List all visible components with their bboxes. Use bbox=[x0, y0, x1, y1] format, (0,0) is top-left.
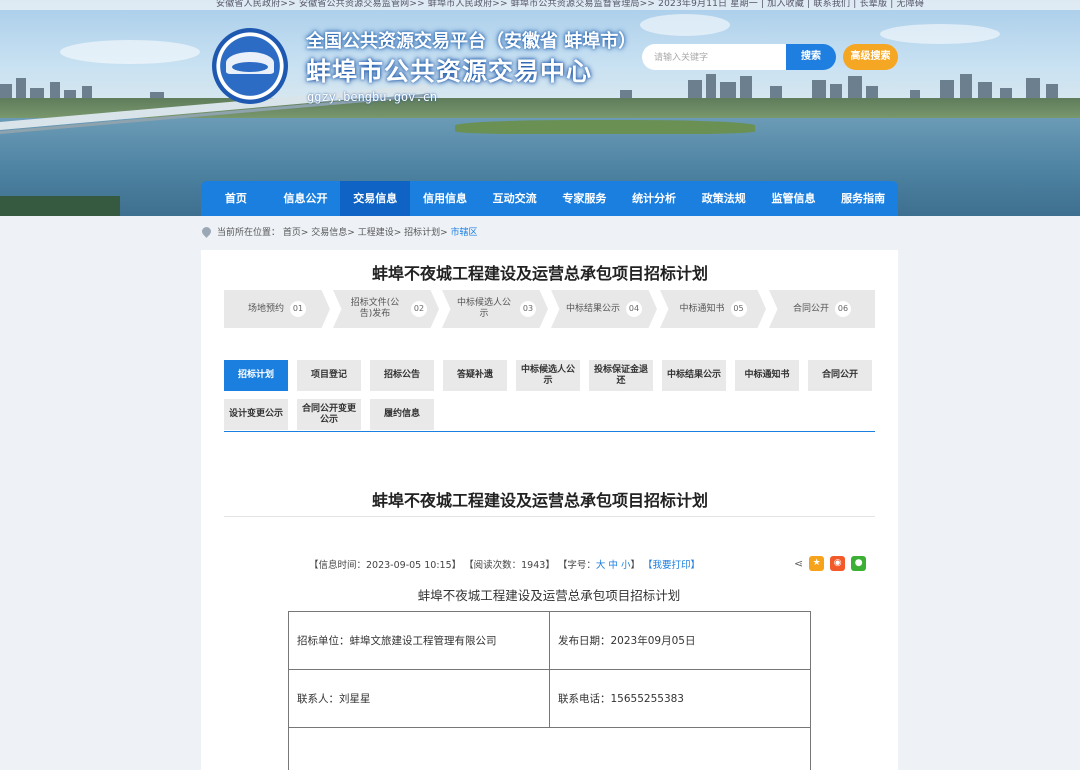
site-title: 蚌埠市公共资源交易中心 bbox=[306, 57, 593, 86]
tab-award-notice[interactable]: 中标通知书 bbox=[735, 360, 799, 391]
phone-cell: 联系电话：15655255383 bbox=[549, 669, 811, 728]
step-contract-public[interactable]: 合同公开 06 bbox=[769, 290, 875, 328]
weibo-icon[interactable]: ◉ bbox=[830, 556, 846, 571]
table-row: 招标单位：蚌埠文旅建设工程管理有限公司 发布日期：2023年09月05日 bbox=[288, 611, 811, 670]
nav-item-expert-service[interactable]: 专家服务 bbox=[550, 181, 620, 216]
tabs-divider bbox=[224, 431, 875, 432]
font-size-medium[interactable]: 中 bbox=[608, 560, 618, 571]
step-candidate-notice[interactable]: 中标候选人公示 03 bbox=[442, 290, 548, 328]
meta-font-prefix: 【字号： bbox=[557, 560, 596, 571]
document-heading: 蚌埠不夜城工程建设及运营总承包项目招标计划 bbox=[417, 588, 681, 603]
print-link[interactable]: 【我要打印】 bbox=[643, 560, 700, 571]
site-subtitle: 全国公共资源交易平台（安徽省 蚌埠市） bbox=[306, 31, 637, 52]
publish-date-cell: 发布日期：2023年09月05日 bbox=[549, 611, 811, 670]
nav-item-policies[interactable]: 政策法规 bbox=[689, 181, 759, 216]
tab-result-notice[interactable]: 中标结果公示 bbox=[662, 360, 726, 391]
tab-deposit-refund[interactable]: 投标保证金退还 bbox=[589, 360, 653, 391]
meta-time: 【信息时间：2023-09-05 10:15】 bbox=[309, 560, 462, 571]
article-meta: 【信息时间：2023-09-05 10:15】 【阅读次数：1943】 【字号：… bbox=[309, 557, 700, 571]
step-number: 03 bbox=[520, 301, 536, 317]
breadcrumb-path[interactable]: 首页> 交易信息> 工程建设> 招标计划> bbox=[283, 228, 448, 238]
step-label: 合同公开 bbox=[792, 303, 829, 314]
tenderer-cell: 招标单位：蚌埠文旅建设工程管理有限公司 bbox=[288, 611, 550, 670]
step-label: 中标通知书 bbox=[679, 303, 725, 314]
step-label: 中标候选人公示 bbox=[456, 298, 511, 319]
category-tabs: 招标计划 项目登记 招标公告 答疑补遗 中标候选人公示 投标保证金退还 中标结果… bbox=[224, 360, 875, 438]
tab-candidate-notice[interactable]: 中标候选人公示 bbox=[516, 360, 580, 391]
step-label: 招标文件(公告)发布 bbox=[350, 298, 400, 319]
site-domain: ggzy.bengbu.gov.cn bbox=[307, 90, 438, 104]
nav-item-trading-info[interactable]: 交易信息 bbox=[340, 181, 411, 216]
tab-tender-plan[interactable]: 招标计划 bbox=[224, 360, 288, 391]
table-row bbox=[288, 727, 811, 770]
process-steps: 场地预约 01 招标文件(公告)发布 02 中标候选人公示 03 中标结果公示 … bbox=[224, 290, 875, 328]
article-title: 蚌埠不夜城工程建设及运营总承包项目招标计划 bbox=[371, 491, 708, 510]
nav-item-statistics[interactable]: 统计分析 bbox=[619, 181, 689, 216]
step-result-notice[interactable]: 中标结果公示 04 bbox=[551, 290, 657, 328]
header-banner: 安徽省人民政府>> 安徽省公共资源交易监管网>> 蚌埠市人民政府>> 蚌埠市公共… bbox=[0, 0, 1080, 216]
nav-item-supervision[interactable]: 监管信息 bbox=[759, 181, 829, 216]
step-label: 中标结果公示 bbox=[565, 303, 620, 314]
search-input[interactable] bbox=[642, 44, 792, 70]
search-button[interactable]: 搜索 bbox=[786, 44, 836, 70]
info-table: 招标单位：蚌埠文旅建设工程管理有限公司 发布日期：2023年09月05日 联系人… bbox=[288, 611, 811, 770]
main-navigation: 首页 信息公开 交易信息 信用信息 互动交流 专家服务 统计分析 政策法规 监管… bbox=[201, 181, 898, 216]
logo-wave-shape bbox=[232, 62, 268, 72]
step-tender-doc[interactable]: 招标文件(公告)发布 02 bbox=[333, 290, 439, 328]
step-number: 02 bbox=[411, 301, 427, 317]
tab-performance-info[interactable]: 履约信息 bbox=[370, 399, 434, 430]
advanced-search-button[interactable]: 高级搜索 bbox=[843, 44, 898, 70]
table-row: 联系人：刘星星 联系电话：15655255383 bbox=[288, 669, 811, 728]
font-size-large[interactable]: 大 bbox=[596, 560, 606, 571]
share-icon[interactable]: ⋖ bbox=[794, 557, 803, 570]
tab-design-change[interactable]: 设计变更公示 bbox=[224, 399, 288, 430]
top-links-text[interactable]: 安徽省人民政府>> 安徽省公共资源交易监管网>> 蚌埠市人民政府>> 蚌埠市公共… bbox=[216, 0, 924, 9]
breadcrumb-current[interactable]: 市辖区 bbox=[448, 228, 478, 238]
step-site-booking[interactable]: 场地预约 01 bbox=[224, 290, 330, 328]
step-number: 05 bbox=[730, 301, 747, 317]
breadcrumb-prefix: 当前所在位置： bbox=[217, 228, 281, 238]
contact-cell: 联系人：刘星星 bbox=[288, 669, 550, 728]
nav-item-home[interactable]: 首页 bbox=[201, 181, 271, 216]
step-award-notice[interactable]: 中标通知书 05 bbox=[660, 290, 766, 328]
tab-project-registration[interactable]: 项目登记 bbox=[297, 360, 361, 391]
nav-item-interaction[interactable]: 互动交流 bbox=[480, 181, 550, 216]
tab-contract-public[interactable]: 合同公开 bbox=[808, 360, 872, 391]
tab-tender-announcement[interactable]: 招标公告 bbox=[370, 360, 434, 391]
project-title: 蚌埠不夜城工程建设及运营总承包项目招标计划 bbox=[371, 264, 708, 283]
nav-item-credit-info[interactable]: 信用信息 bbox=[410, 181, 480, 216]
nav-item-info-public[interactable]: 信息公开 bbox=[271, 181, 341, 216]
breadcrumb: 当前所在位置： 首页> 交易信息> 工程建设> 招标计划> 市辖区 bbox=[200, 225, 478, 238]
step-number: 01 bbox=[290, 301, 306, 317]
banner-island bbox=[455, 120, 755, 134]
step-label: 场地预约 bbox=[247, 303, 284, 314]
share-bar: ⋖ ★ ◉ ● bbox=[794, 556, 867, 571]
top-links-bar: 安徽省人民政府>> 安徽省公共资源交易监管网>> 蚌埠市人民政府>> 蚌埠市公共… bbox=[0, 0, 1080, 10]
blank-cell bbox=[288, 727, 811, 770]
article-divider bbox=[224, 516, 875, 517]
nav-item-service-guide[interactable]: 服务指南 bbox=[828, 181, 898, 216]
banner-foreground-trees bbox=[0, 196, 120, 216]
step-number: 06 bbox=[835, 301, 851, 317]
location-pin-icon bbox=[200, 225, 213, 238]
banner-cloud bbox=[880, 24, 1000, 44]
qzone-icon[interactable]: ★ bbox=[809, 556, 825, 571]
meta-reads: 【阅读次数：1943】 bbox=[464, 560, 555, 571]
tab-contract-change[interactable]: 合同公开变更公示 bbox=[297, 399, 361, 430]
meta-font-suffix: 】 bbox=[630, 560, 640, 571]
step-number: 04 bbox=[626, 301, 642, 317]
tab-qa-supplement[interactable]: 答疑补遗 bbox=[443, 360, 507, 391]
banner-cloud bbox=[640, 14, 730, 36]
wechat-icon[interactable]: ● bbox=[851, 556, 867, 571]
